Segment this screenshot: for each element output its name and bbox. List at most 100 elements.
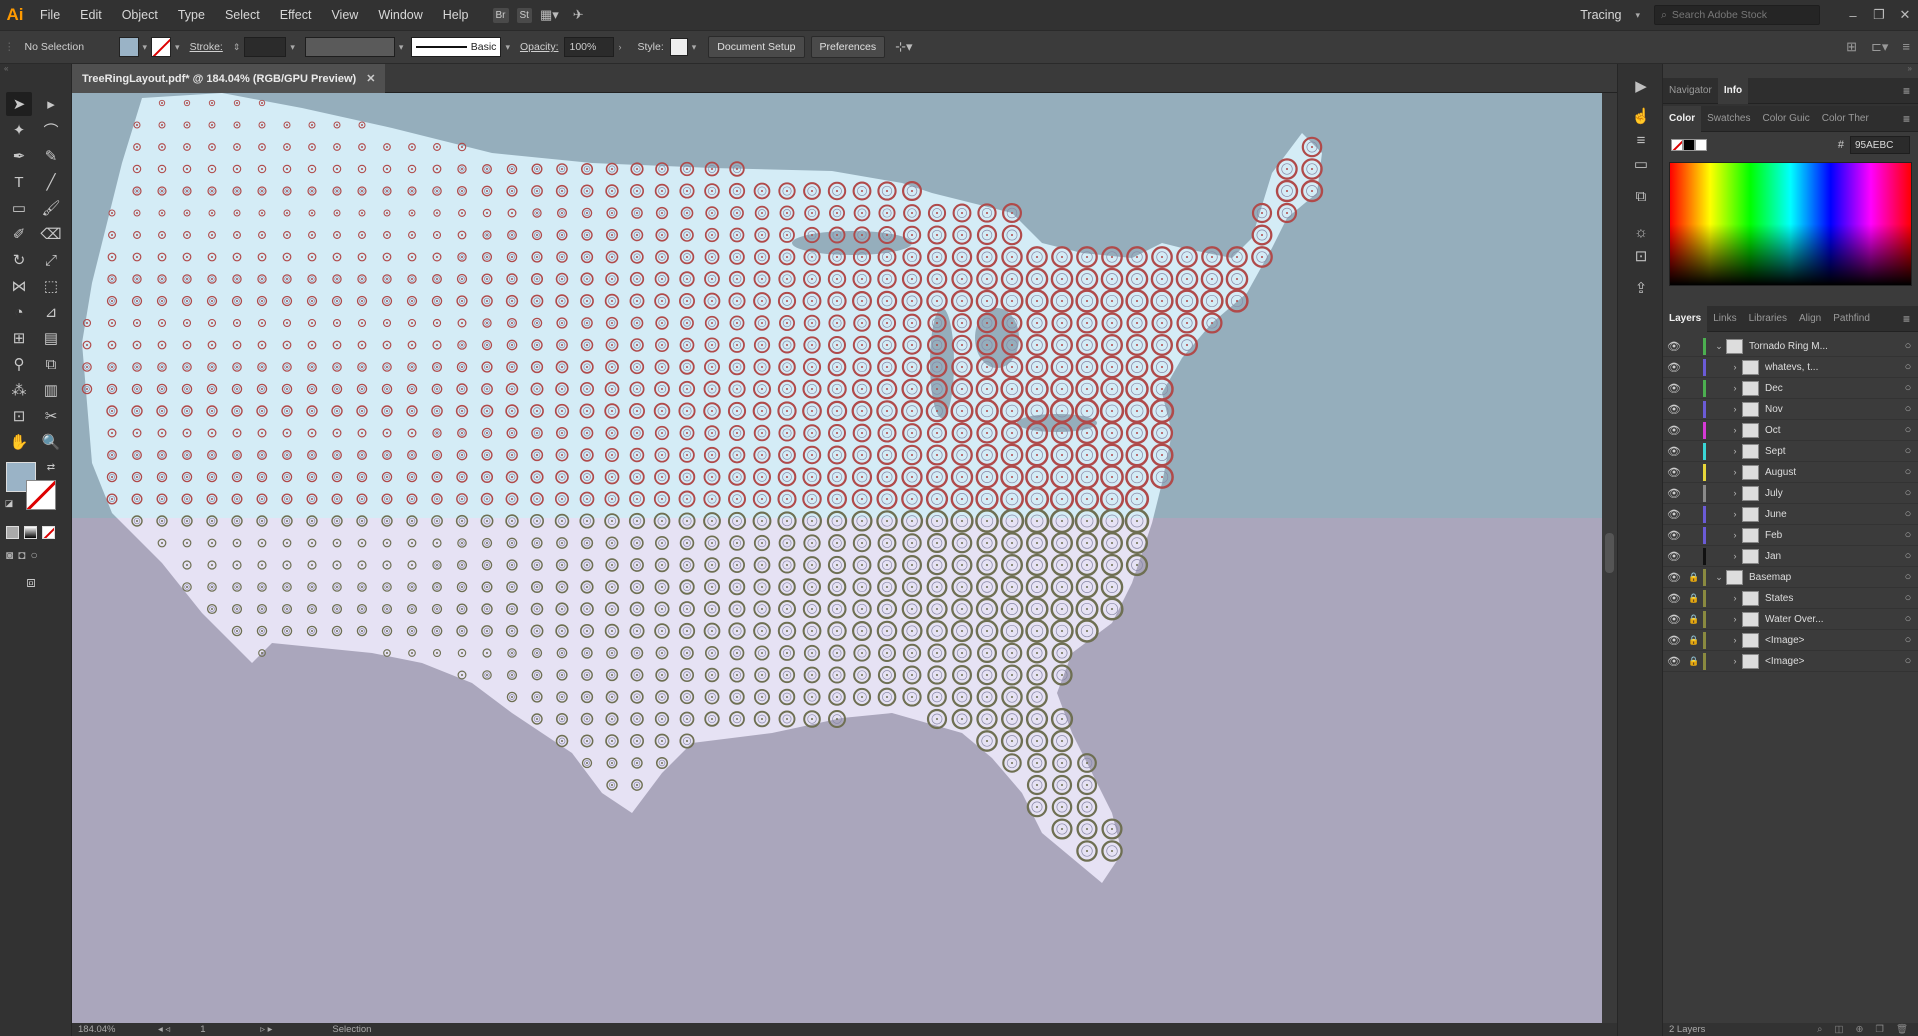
chevron-right-icon[interactable]: › [1728,509,1742,519]
menu-select[interactable]: Select [215,0,270,30]
transform-icon[interactable]: ⊹▾ [895,39,912,55]
layers-panel-menu-icon[interactable]: ≡ [1903,312,1918,326]
paintbrush-tool-icon[interactable]: 🖌 [38,196,64,220]
none-color-icon[interactable] [1671,139,1683,151]
gpu-performance-icon[interactable]: ✈ [573,7,584,23]
target-circle-icon[interactable]: ○ [1898,487,1918,499]
chevron-right-icon[interactable]: › [1728,635,1742,645]
tab-color-guide[interactable]: Color Guic [1756,106,1815,132]
panel-menu-icon[interactable]: ≡ [1903,84,1918,98]
layer-row[interactable]: 👁 › June ○ [1663,504,1918,525]
delete-layer-icon[interactable]: 🗑 [1896,1024,1908,1035]
curvature-tool-icon[interactable]: ✎ [38,144,64,168]
menu-edit[interactable]: Edit [70,0,112,30]
tab-swatches[interactable]: Swatches [1701,106,1756,132]
visibility-eye-icon[interactable]: 👁 [1663,634,1685,647]
gradient-tool-icon[interactable]: ▤ [38,326,64,350]
visibility-eye-icon[interactable]: 👁 [1663,550,1685,563]
menu-window[interactable]: Window [368,0,432,30]
layer-name[interactable]: Feb [1765,530,1898,541]
target-circle-icon[interactable]: ○ [1898,550,1918,562]
stroke-dropdown-icon[interactable]: ▾ [175,42,180,53]
visibility-eye-icon[interactable]: 👁 [1663,403,1685,416]
color-panel-menu-icon[interactable]: ≡ [1903,112,1918,126]
chevron-down-icon[interactable]: ⌄ [1712,341,1726,352]
target-circle-icon[interactable]: ○ [1898,529,1918,541]
tab-pathfinder[interactable]: Pathfind [1827,306,1876,332]
stroke-swatch[interactable] [151,37,172,57]
layer-name[interactable]: August [1765,467,1898,478]
mesh-tool-icon[interactable]: ⊞ [6,326,32,350]
tools-collapse-icon[interactable]: « [0,64,71,78]
visibility-eye-icon[interactable]: 👁 [1663,613,1685,626]
asset-export-icon[interactable]: ⇪ [1628,276,1654,300]
line-tool-icon[interactable]: ╱ [38,170,64,194]
target-circle-icon[interactable]: ○ [1898,613,1918,625]
pen-tool-icon[interactable]: ✒ [6,144,32,168]
stock-search-input[interactable]: ⌕ Search Adobe Stock [1654,5,1820,25]
style-swatch[interactable] [669,38,688,56]
screen-mode-icon[interactable]: ⧈ [18,570,44,594]
lock-icon[interactable]: 🔒 [1685,572,1703,583]
rectangle-tool-icon[interactable]: ▭ [6,196,32,220]
visibility-eye-icon[interactable]: 👁 [1663,529,1685,542]
document-tab[interactable]: TreeRingLayout.pdf* @ 184.04% (RGB/GPU P… [72,64,386,93]
layer-row[interactable]: 👁 ⌄ Tornado Ring M... ○ [1663,336,1918,357]
visibility-eye-icon[interactable]: 👁 [1663,466,1685,479]
stroke-weight-field[interactable] [244,37,287,57]
blend-tool-icon[interactable]: ⧉ [38,352,64,376]
preferences-button[interactable]: Preferences [810,36,886,58]
chevron-right-icon[interactable]: › [1728,467,1742,477]
target-circle-icon[interactable]: ○ [1898,340,1918,352]
variable-width-profile[interactable] [304,37,395,57]
free-transform-tool-icon[interactable]: ⬚ [38,274,64,298]
hand-tool-icon[interactable]: ✋ [6,430,32,454]
type-tool-icon[interactable]: T [6,170,32,194]
visibility-eye-icon[interactable]: 👁 [1663,445,1685,458]
layer-row[interactable]: 👁 › August ○ [1663,462,1918,483]
shaper-tool-icon[interactable]: ✐ [6,222,32,246]
target-circle-icon[interactable]: ○ [1898,403,1918,415]
visibility-eye-icon[interactable]: 👁 [1663,508,1685,521]
stroke-panel-icon[interactable]: ≡ [1628,128,1654,152]
app-logo[interactable]: Ai [0,0,30,30]
visibility-eye-icon[interactable]: 👁 [1663,382,1685,395]
eraser-tool-icon[interactable]: ⌫ [38,222,64,246]
hex-input[interactable]: 95AEBC [1850,136,1910,154]
visibility-eye-icon[interactable]: 👁 [1663,592,1685,605]
tab-navigator[interactable]: Navigator [1663,78,1718,104]
menu-type[interactable]: Type [168,0,215,30]
zoom-level[interactable]: 184.04% [78,1024,128,1035]
workspace-switcher[interactable]: Tracing [1580,8,1621,22]
draw-behind-icon[interactable]: ◘ [18,548,25,562]
panel-collapse-icon[interactable]: » [1663,64,1918,78]
artboard-nav-icon[interactable]: ◂ ◃ [158,1024,170,1035]
layer-row[interactable]: 👁 › Feb ○ [1663,525,1918,546]
vertical-scrollbar[interactable] [1602,93,1617,1023]
stroke-stepper-icon[interactable]: ⇕ [233,42,241,53]
default-fill-stroke-icon[interactable]: ◪ [2,496,16,510]
slice-tool-icon[interactable]: ✂ [38,404,64,428]
tab-align[interactable]: Align [1793,306,1827,332]
layer-name[interactable]: July [1765,488,1898,499]
layer-name[interactable]: <Image> [1765,635,1898,646]
tab-color[interactable]: Color [1663,105,1702,132]
brush-definition[interactable]: Basic [411,37,502,57]
layer-name[interactable]: Oct [1765,425,1898,436]
column-graph-tool-icon[interactable]: ▥ [38,378,64,402]
draw-normal-icon[interactable]: ◙ [6,548,13,562]
target-circle-icon[interactable]: ○ [1898,634,1918,646]
menu-object[interactable]: Object [112,0,168,30]
tab-links[interactable]: Links [1707,306,1742,332]
document-setup-button[interactable]: Document Setup [708,36,805,58]
layer-row[interactable]: 👁 › Oct ○ [1663,420,1918,441]
chevron-right-icon[interactable]: › [1728,446,1742,456]
width-tool-icon[interactable]: ⋈ [6,274,32,298]
lock-icon[interactable]: 🔒 [1685,635,1703,646]
scroll-thumb[interactable] [1605,533,1614,573]
lock-icon[interactable]: 🔒 [1685,593,1703,604]
tab-libraries[interactable]: Libraries [1743,306,1793,332]
tab-color-themes[interactable]: Color Ther [1816,106,1875,132]
direct-selection-tool-icon[interactable]: ▸ [38,92,64,116]
isolate-icon[interactable]: ⊏▾ [1871,39,1888,55]
